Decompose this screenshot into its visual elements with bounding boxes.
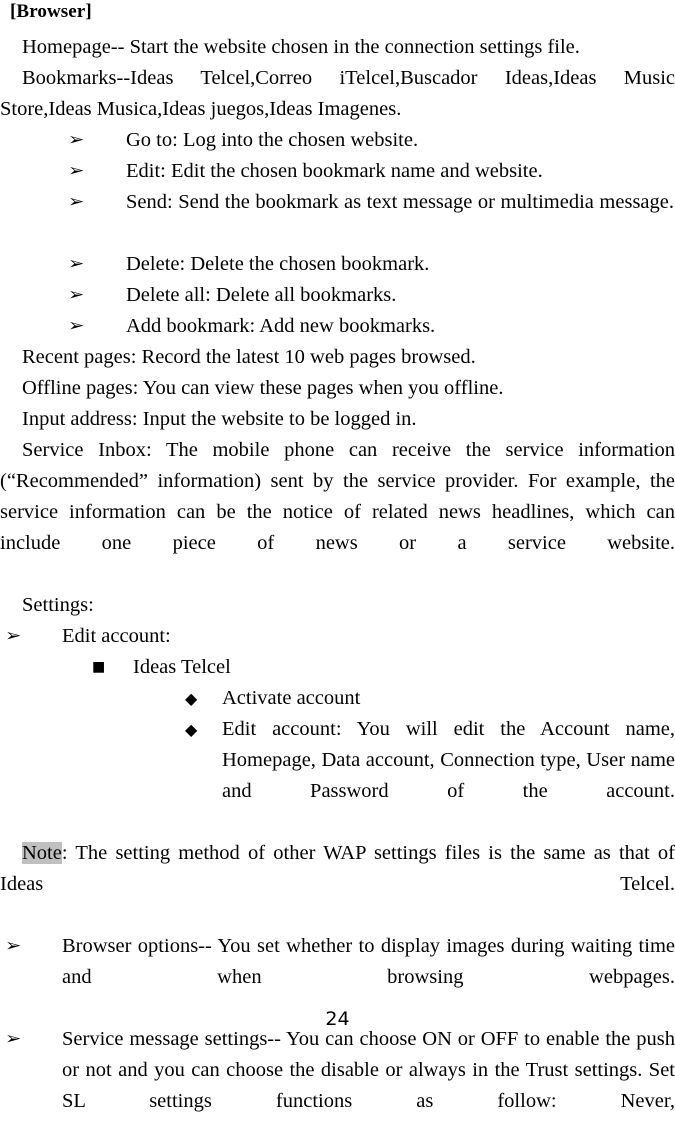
paragraph-settings: Settings: [22,594,94,616]
list-item-label: Go to: Log into the chosen website. [126,129,419,151]
list-item: ■ Ideas Telcel [0,652,675,683]
diamond-bullet-icon: ◆ [185,720,198,739]
page-title: [Browser] [10,1,92,22]
list-item-label: Activate account [222,687,361,709]
note-highlight-label: Note [22,842,62,864]
arrow-bullet-icon: ➢ [68,254,85,274]
arrow-bullet-icon: ➢ [68,285,85,305]
list-item: ◆ Edit account: You will edit the Accoun… [0,714,675,838]
list-item: ◆ Activate account [0,683,675,714]
square-bullet-icon: ■ [92,659,106,675]
list-item: ➢ Service message settings-- You can cho… [0,1024,675,1148]
list-item-label: Service message settings-- You can choos… [62,1028,675,1112]
list-item: ➢ Delete all: Delete all bookmarks. [0,280,675,311]
paragraph-recent-pages: Recent pages: Record the latest 10 web p… [22,346,476,368]
page-number: 24 [325,1008,350,1030]
paragraph-bookmarks: Bookmarks--Ideas Telcel,Correo iTelcel,B… [0,67,675,120]
arrow-bullet-icon: ➢ [68,161,85,181]
arrow-bullet-icon: ➢ [68,130,85,150]
list-item: ➢ Delete: Delete the chosen bookmark. [0,249,675,280]
paragraph-homepage: Homepage-- Start the website chosen in t… [22,36,580,58]
arrow-bullet-icon: ➢ [5,936,22,956]
list-item: ➢ Go to: Log into the chosen website. [0,125,675,156]
arrow-bullet-icon: ➢ [68,316,85,336]
list-item-label: Edit account: You will edit the Account … [222,718,675,802]
list-item-label: Send: Send the bookmark as text message … [126,191,674,213]
diamond-bullet-icon: ◆ [185,689,198,708]
list-item-label: Edit: Edit the chosen bookmark name and … [126,160,543,182]
list-item-label: Add bookmark: Add new bookmarks. [126,315,436,337]
list-item-label: Ideas Telcel [133,656,231,678]
paragraph-input-address: Input address: Input the website to be l… [22,408,417,430]
list-item: ➢ Edit: Edit the chosen bookmark name an… [0,156,675,187]
document-page: [Browser] Homepage-- Start the website c… [0,0,675,1112]
paragraph-offline-pages: Offline pages: You can view these pages … [22,377,504,399]
list-item: ➢ Send: Send the bookmark as text messag… [0,187,675,249]
arrow-bullet-icon: ➢ [5,626,22,646]
list-item-label: Delete all: Delete all bookmarks. [126,284,397,306]
list-item: ➢ Add bookmark: Add new bookmarks. [0,311,675,342]
list-item-label: Edit account: [62,625,171,647]
arrow-bullet-icon: ➢ [68,192,85,212]
list-item-label: Delete: Delete the chosen bookmark. [126,253,430,275]
paragraph-service-inbox: Service Inbox: The mobile phone can rece… [0,439,675,554]
list-item: ➢ Edit account: [0,621,675,652]
note-body-text: : The setting method of other WAP settin… [0,842,675,895]
paragraph-note: Note: The setting method of other WAP se… [0,838,675,931]
